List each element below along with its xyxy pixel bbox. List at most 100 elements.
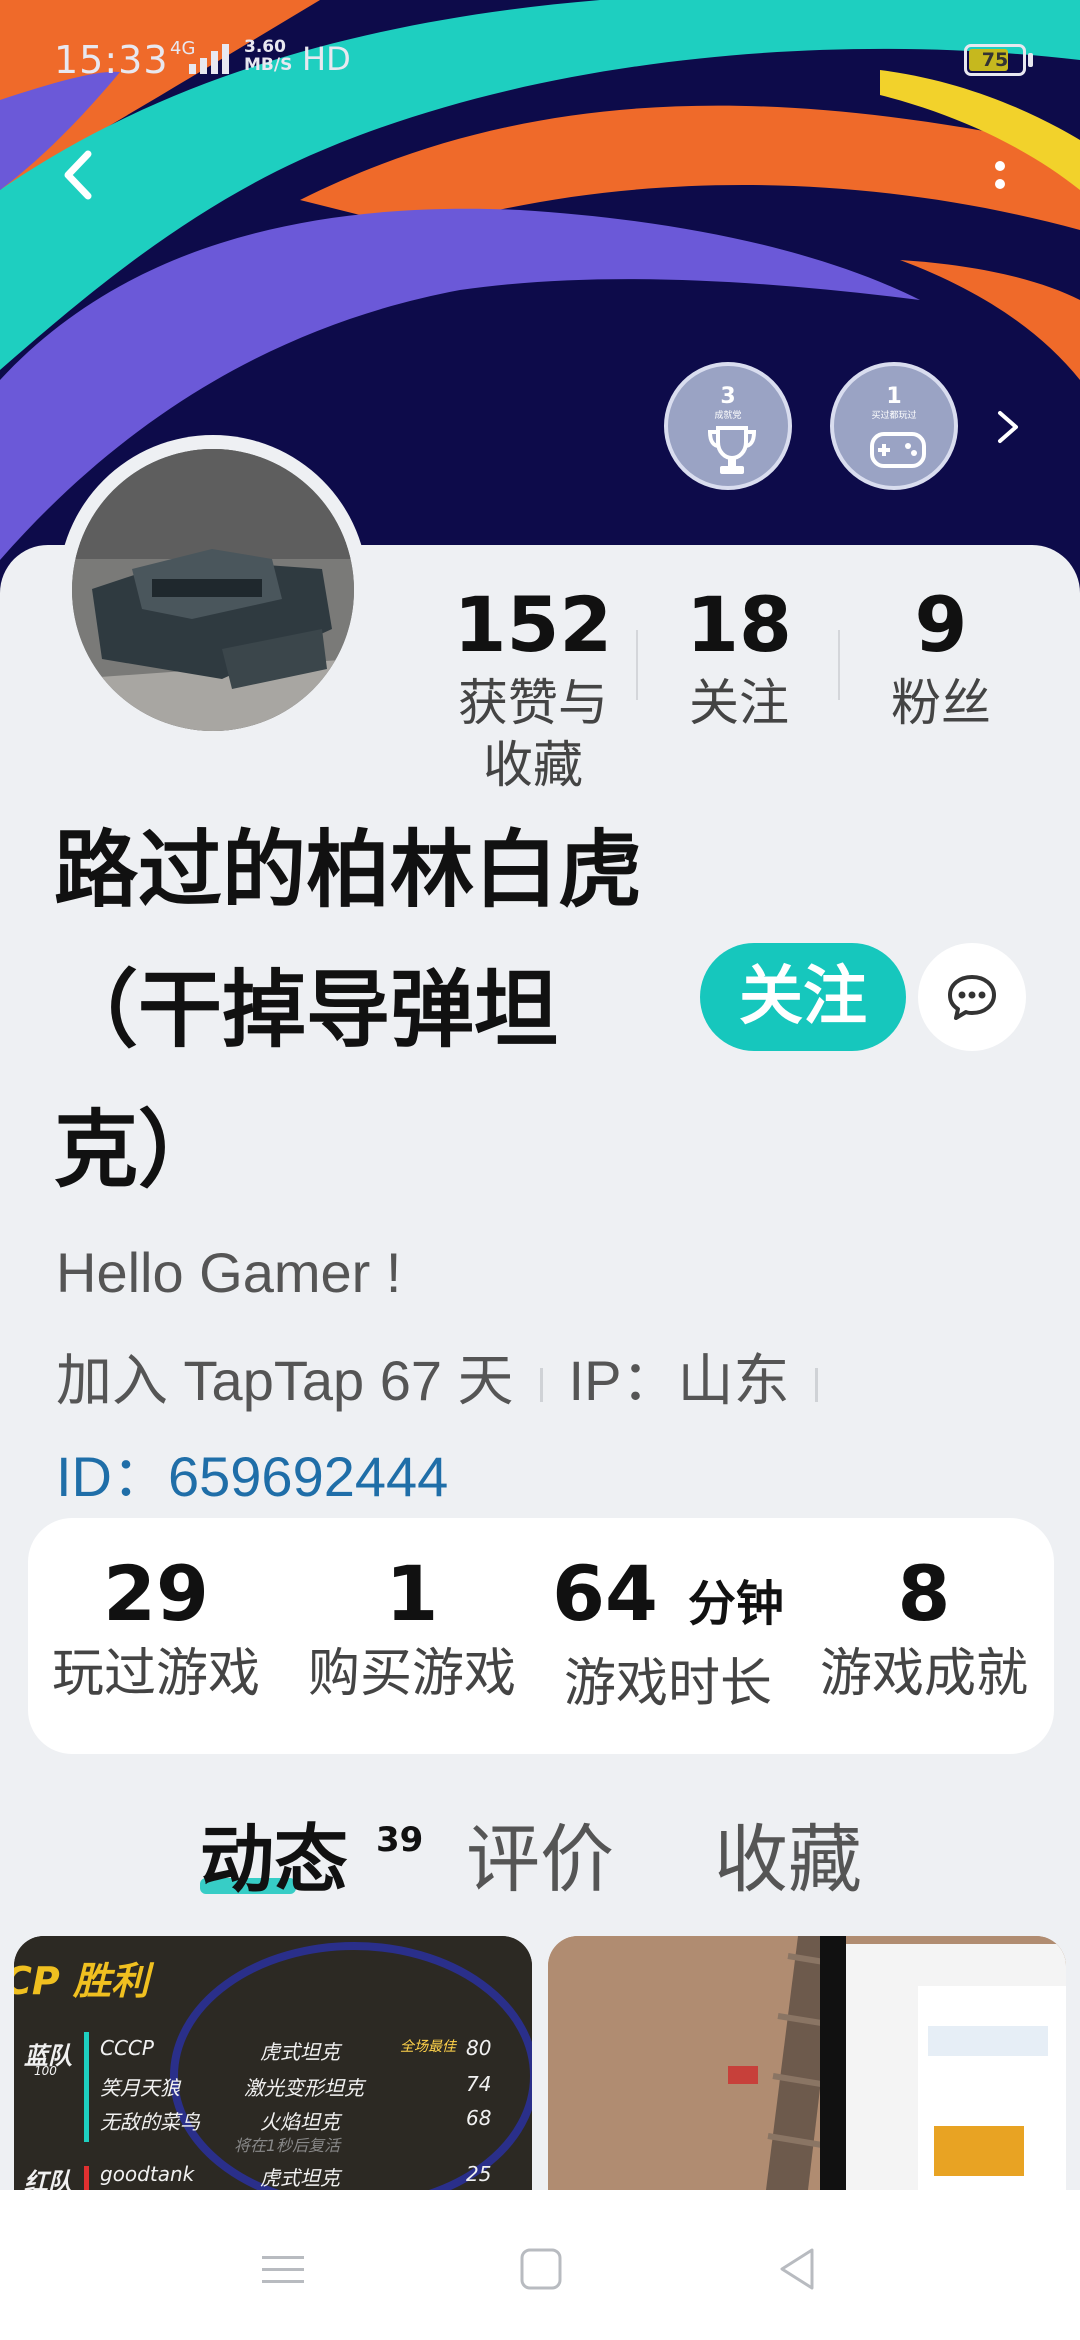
player-score: 68	[466, 2106, 492, 2130]
played-badge[interactable]: 1 买过都玩过	[830, 362, 958, 490]
followers-label: 粉丝	[891, 674, 991, 732]
ip-location: IP：山东	[568, 1349, 790, 1412]
follow-button[interactable]: 关注	[700, 943, 906, 1051]
avatar-image	[72, 449, 354, 731]
user-id[interactable]: ID：659692444	[56, 1432, 448, 1513]
scoreboard-row: 红队 goodtank 虎式坦克 25	[14, 2162, 532, 2190]
likes-label-line2: 收藏	[483, 736, 583, 794]
avatar[interactable]	[72, 449, 354, 731]
player-name: CCCP	[100, 2036, 154, 2060]
played-games-count: 29	[103, 1549, 209, 1638]
nav-back-button[interactable]	[752, 2230, 842, 2310]
tab-favorites-label: 收藏	[714, 1817, 862, 1903]
playtime-stat[interactable]: 64 分钟 游戏时长	[540, 1548, 796, 1718]
tab-favorites[interactable]: 收藏	[714, 1800, 862, 1920]
following-stat[interactable]: 18 关注	[644, 580, 834, 734]
meta-divider	[815, 1368, 819, 1403]
post-thumbnail[interactable]	[548, 1936, 1066, 2190]
tab-posts[interactable]: 动态	[200, 1800, 348, 1920]
match-result-title: CP 胜利	[14, 1959, 149, 2003]
username-line3: 克）	[54, 1101, 223, 1199]
achievement-badge[interactable]: 3 成就党	[664, 362, 792, 490]
player-score: 80	[466, 2036, 492, 2060]
post-thumbnail[interactable]: CP 胜利 蓝队 CCCP 虎式坦克 全场最佳 80 100 笑月天狼 激光变形…	[14, 1936, 532, 2190]
game-stats-panel: 29 玩过游戏 1 购买游戏 64 分钟 游戏时长 8 游戏成就	[28, 1518, 1054, 1754]
joined-days: 加入 TapTap 67 天	[56, 1349, 514, 1412]
tab-reviews[interactable]: 评价	[466, 1800, 614, 1920]
tank-name: 火焰坦克	[260, 2110, 340, 2134]
speed-value: 3.60	[244, 37, 286, 57]
followers-stat[interactable]: 9 粉丝	[846, 580, 1036, 734]
social-stats: 152 获赞与 收藏 18 关注 9 粉丝	[440, 580, 1020, 794]
tab-reviews-label: 评价	[466, 1817, 614, 1903]
system-nav-bar	[0, 2190, 1080, 2340]
followers-count: 9	[914, 580, 968, 669]
purchased-games-count: 1	[385, 1549, 439, 1638]
following-label: 关注	[689, 674, 789, 732]
hd-indicator: HD	[302, 40, 351, 78]
username: 路过的柏林白虎 （干掉导弹坦 克）	[54, 800, 694, 1220]
nav-home-button[interactable]	[496, 2230, 586, 2310]
bio: Hello Gamer !	[56, 1241, 402, 1304]
badge-count: 1	[886, 384, 902, 409]
more-vertical-icon	[995, 161, 1005, 189]
posts-count-badge: 39	[376, 1820, 424, 1860]
played-games-stat[interactable]: 29 玩过游戏	[28, 1548, 284, 1708]
respawn-watermark-row: 将在1秒后复活	[14, 2132, 532, 2162]
following-count: 18	[686, 580, 792, 669]
chevron-right-icon	[998, 411, 1018, 443]
stat-divider	[636, 630, 638, 700]
speed-unit: MB/S	[244, 55, 293, 75]
tank-name: 虎式坦克	[260, 2166, 340, 2190]
player-score: 74	[466, 2072, 492, 2096]
gamepad-icon	[870, 432, 926, 468]
status-time: 15:33	[54, 38, 169, 82]
tank-name: 激光变形坦克	[244, 2076, 364, 2100]
network-speed: 3.60 MB/S	[244, 38, 292, 74]
badge-count: 3	[720, 384, 736, 409]
player-name: 无敌的菜鸟	[100, 2110, 200, 2134]
purchased-games-stat[interactable]: 1 购买游戏	[284, 1548, 540, 1708]
trophy-icon	[707, 426, 757, 474]
badge-label: 成就党	[714, 411, 742, 421]
playtime-label: 游戏时长	[563, 1654, 772, 1714]
status-bar: 15:33 4G 3.60 MB/S HD 75	[0, 0, 1080, 120]
playtime-value: 64	[552, 1549, 658, 1638]
likes-stat[interactable]: 152 获赞与 收藏	[438, 580, 628, 796]
nav-menu-button[interactable]	[240, 2230, 330, 2310]
chevron-left-icon	[64, 150, 92, 200]
achievements-label: 游戏成就	[819, 1644, 1028, 1704]
mvp-label: 全场最佳	[400, 2039, 456, 2055]
more-button[interactable]	[980, 150, 1020, 210]
player-name: 笑月天狼	[100, 2076, 180, 2100]
tank-name: 虎式坦克	[260, 2040, 340, 2064]
likes-label: 获赞与 收藏	[438, 672, 628, 796]
battery-level: 75	[981, 49, 1009, 71]
meta-divider	[539, 1368, 543, 1403]
stat-divider	[838, 630, 840, 700]
chat-bubble-icon	[948, 975, 996, 1020]
played-games-label: 玩过游戏	[51, 1644, 260, 1704]
profile-meta: 加入 TapTap 67 天 IP：山东	[56, 1336, 844, 1417]
battery-nub	[1028, 53, 1033, 67]
battery-icon: 75	[964, 44, 1026, 76]
username-line2: （干掉导弹坦	[54, 961, 559, 1059]
respawn-watermark: 将在1秒后复活	[234, 2136, 341, 2155]
back-button[interactable]	[48, 140, 118, 210]
player-score: 25	[466, 2162, 492, 2186]
message-button[interactable]	[918, 943, 1026, 1051]
badges-more-button[interactable]	[990, 405, 1026, 449]
likes-count: 152	[453, 580, 613, 669]
badge-label: 买过都玩过	[871, 411, 917, 421]
scoreboard-row: 蓝队 CCCP 虎式坦克 全场最佳 80	[14, 2036, 532, 2070]
playtime-unit: 分钟	[687, 1576, 784, 1632]
signal-icon	[189, 44, 229, 74]
player-name: goodtank	[100, 2162, 195, 2186]
gameplay-screenshot	[548, 1936, 1066, 2190]
likes-label-line1: 获赞与	[458, 674, 608, 732]
red-team-label: 红队	[24, 2168, 72, 2190]
tab-posts-label: 动态	[200, 1817, 348, 1903]
achievements-count: 8	[897, 1549, 951, 1638]
profile-tabs: 动态 39 评价 收藏	[0, 1800, 1080, 1920]
achievements-stat[interactable]: 8 游戏成就	[796, 1548, 1052, 1708]
